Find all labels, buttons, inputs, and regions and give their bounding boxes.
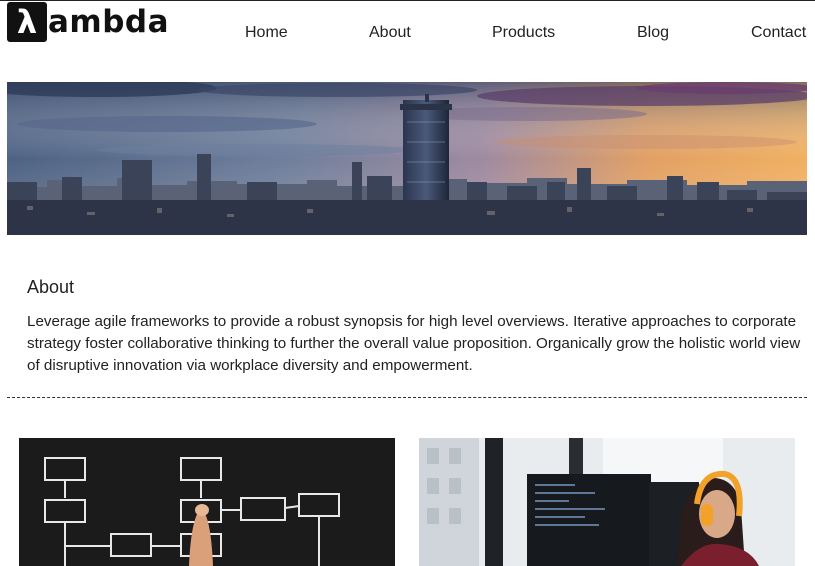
about-body: Leverage agile frameworks to provide a r… — [27, 313, 801, 374]
nav-home[interactable]: Home — [245, 24, 288, 42]
lambda-logo-icon: λ — [7, 2, 47, 42]
dashed-divider — [7, 397, 807, 398]
logo-text: ambda — [48, 4, 170, 40]
nav-about[interactable]: About — [369, 24, 411, 42]
logo[interactable]: λ ambda — [7, 1, 169, 43]
flowchart-image — [19, 438, 395, 566]
nav-blog[interactable]: Blog — [637, 24, 669, 42]
nav-products[interactable]: Products — [492, 24, 555, 42]
nav-contact[interactable]: Contact — [751, 24, 806, 42]
hero-image — [7, 82, 807, 235]
about-heading: About — [27, 277, 75, 297]
developer-image — [419, 438, 795, 566]
